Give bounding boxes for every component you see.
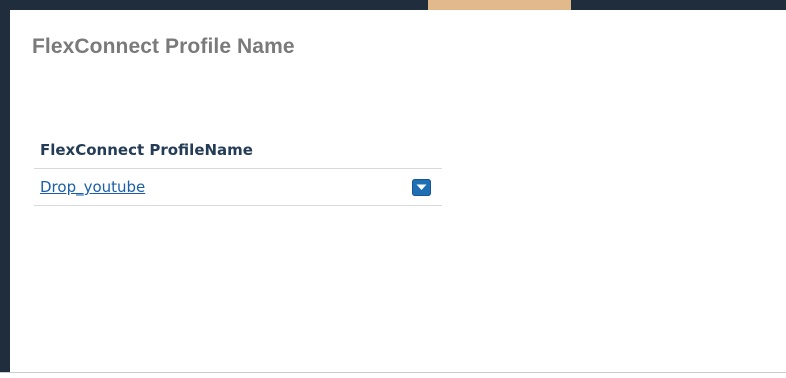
profile-table: FlexConnect ProfileName Drop_youtube bbox=[34, 137, 442, 206]
table-row: Drop_youtube bbox=[34, 169, 442, 206]
chevron-down-icon bbox=[416, 184, 427, 190]
app-frame: FlexConnect Profile Name FlexConnect Pro… bbox=[0, 0, 786, 378]
profile-name-link[interactable]: Drop_youtube bbox=[40, 178, 145, 196]
table-header: FlexConnect ProfileName bbox=[34, 137, 442, 169]
top-bar bbox=[0, 0, 786, 10]
active-tab-indicator bbox=[428, 0, 571, 10]
bottom-divider bbox=[0, 372, 786, 378]
row-actions-dropdown-button[interactable] bbox=[412, 179, 431, 196]
page-title: FlexConnect Profile Name bbox=[32, 35, 295, 58]
column-header-profile-name: FlexConnect ProfileName bbox=[40, 141, 253, 159]
left-border bbox=[0, 0, 10, 377]
